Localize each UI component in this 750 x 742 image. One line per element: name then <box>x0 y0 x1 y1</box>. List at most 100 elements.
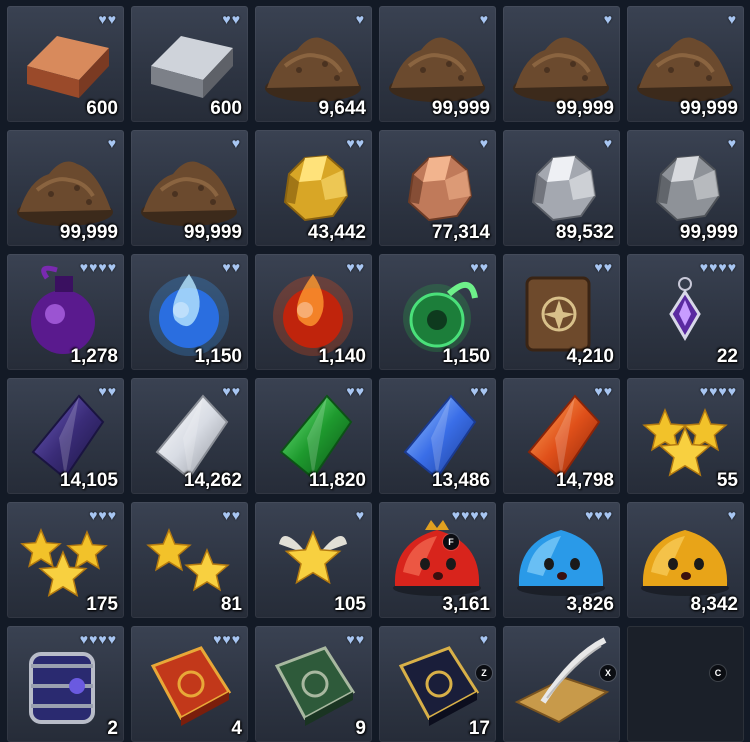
heart-icon: ♥ <box>107 631 116 647</box>
inventory-slot-dark-tome[interactable]: ♥ 17 Z <box>379 626 496 742</box>
heart-icon: ♥ <box>699 383 709 399</box>
inventory-slot-green-crystal[interactable]: ♥ ♥ 11,820 <box>255 378 372 494</box>
inventory-slot-dirt-pile[interactable]: ♥ 99,999 <box>379 6 496 122</box>
inventory-slot-dirt-pile[interactable]: ♥ 99,999 <box>7 130 124 246</box>
item-quantity: 99,999 <box>679 222 738 243</box>
item-quantity: 1,150 <box>194 346 242 367</box>
inventory-slot-single-star[interactable]: ♥ 105 <box>255 502 372 618</box>
rarity-hearts: ♥ <box>356 12 364 26</box>
rarity-hearts: ♥ <box>480 136 488 150</box>
heart-icon: ♥ <box>107 507 116 523</box>
item-quantity: 3,826 <box>566 594 614 615</box>
rarity-hearts: ♥ ♥ <box>594 384 612 398</box>
inventory-slot-green-tome[interactable]: ♥ ♥ 9 <box>255 626 372 742</box>
heart-icon: ♥ <box>231 383 240 399</box>
inventory-slot-amulet[interactable]: ♥ ♥ ♥ ♥ 22 <box>627 254 744 370</box>
inventory-slot-scroll[interactable]: ♥ ♥ 4,210 <box>503 254 620 370</box>
inventory-slot-white-crystal[interactable]: ♥ ♥ 14,262 <box>131 378 248 494</box>
heart-icon: ♥ <box>355 631 364 647</box>
item-quantity: 9,644 <box>318 98 366 119</box>
heart-icon: ♥ <box>98 11 107 27</box>
heart-icon: ♥ <box>222 383 231 399</box>
inventory-grid: ♥ ♥ 600 ♥ ♥ 600 ♥ 9,644 ♥ 99,999 ♥ 99,999 ♥ 99,9… <box>0 0 750 742</box>
inventory-slot-silver-ore[interactable]: ♥ 89,532 <box>503 130 620 246</box>
heart-icon: ♥ <box>479 507 488 523</box>
rarity-hearts: ♥ <box>604 136 612 150</box>
heart-icon: ♥ <box>346 631 355 647</box>
rarity-hearts: ♥ ♥ <box>346 632 364 646</box>
heart-icon: ♥ <box>594 383 603 399</box>
item-quantity: 1,150 <box>442 346 490 367</box>
heart-icon: ♥ <box>355 383 364 399</box>
rarity-hearts: ♥ ♥ ♥ ♥ <box>452 508 488 522</box>
rarity-hearts: ♥ <box>108 136 116 150</box>
item-quantity: 14,262 <box>183 470 242 491</box>
inventory-slot-dirt-pile[interactable]: ♥ 99,999 <box>627 6 744 122</box>
inventory-slot-gold-ore[interactable]: ♥ ♥ 43,442 <box>255 130 372 246</box>
heart-icon: ♥ <box>470 259 479 275</box>
inventory-slot-purple-potion[interactable]: ♥ ♥ ♥ ♥ 1,278 <box>7 254 124 370</box>
heart-icon: ♥ <box>98 631 107 647</box>
heart-icon: ♥ <box>107 383 116 399</box>
heart-icon: ♥ <box>727 135 736 151</box>
inventory-slot-copper-ore[interactable]: ♥ 77,314 <box>379 130 496 246</box>
inventory-slot-armored-bag[interactable]: ♥ ♥ ♥ ♥ 2 <box>7 626 124 742</box>
item-quantity: 600 <box>86 98 118 119</box>
rarity-hearts: ♥ ♥ ♥ ♥ <box>80 632 116 646</box>
item-quantity: 14,798 <box>555 470 614 491</box>
item-quantity: 175 <box>86 594 118 615</box>
heart-icon: ♥ <box>603 135 612 151</box>
inventory-slot-water-essence[interactable]: ♥ ♥ 1,150 <box>131 254 248 370</box>
inventory-slot-dirt-pile[interactable]: ♥ 99,999 <box>503 6 620 122</box>
inventory-slot-nature-essence[interactable]: ♥ ♥ 1,150 <box>379 254 496 370</box>
inventory-slot-quill-parchment[interactable]: X <box>503 626 620 742</box>
inventory-slot-triple-star[interactable]: ♥ ♥ ♥ 175 <box>7 502 124 618</box>
inventory-slot-silver-ingot[interactable]: ♥ ♥ 600 <box>131 6 248 122</box>
inventory-slot-copper-ingot[interactable]: ♥ ♥ 600 <box>7 6 124 122</box>
inventory-slot-dirt-pile[interactable]: ♥ 99,999 <box>131 130 248 246</box>
heart-icon: ♥ <box>346 135 355 151</box>
heart-icon: ♥ <box>213 631 222 647</box>
inventory-slot-blue-crystal[interactable]: ♥ ♥ 13,486 <box>379 378 496 494</box>
inventory-slot-double-star[interactable]: ♥ ♥ 81 <box>131 502 248 618</box>
heart-icon: ♥ <box>355 135 364 151</box>
inventory-slot-empty-slot[interactable]: C <box>627 626 744 742</box>
quill-parchment-icon <box>514 637 610 724</box>
rarity-hearts: ♥ <box>232 136 240 150</box>
inventory-slot-blue-slime[interactable]: ♥ ♥ ♥ 3,826 <box>503 502 620 618</box>
inventory-slot-dirt-pile[interactable]: ♥ 9,644 <box>255 6 372 122</box>
heart-icon: ♥ <box>470 507 479 523</box>
inventory-slot-yellow-slime[interactable]: ♥ 8,342 <box>627 502 744 618</box>
inventory-slot-fire-essence[interactable]: ♥ ♥ 1,140 <box>255 254 372 370</box>
item-quantity: 1,140 <box>318 346 366 367</box>
heart-icon: ♥ <box>346 259 355 275</box>
heart-icon: ♥ <box>603 259 612 275</box>
heart-icon: ♥ <box>709 259 718 275</box>
heart-icon: ♥ <box>89 631 98 647</box>
inventory-slot-dark-crystal[interactable]: ♥ ♥ 14,105 <box>7 378 124 494</box>
heart-icon: ♥ <box>222 11 231 27</box>
rarity-hearts: ♥ ♥ <box>346 136 364 150</box>
rarity-hearts: ♥ ♥ <box>222 508 240 522</box>
rarity-hearts: ♥ <box>728 508 736 522</box>
heart-icon: ♥ <box>585 507 594 523</box>
heart-icon: ♥ <box>727 383 736 399</box>
rarity-hearts: ♥ ♥ <box>594 260 612 274</box>
item-quantity: 77,314 <box>431 222 490 243</box>
inventory-slot-red-spellbook[interactable]: ♥ ♥ ♥ 4 <box>131 626 248 742</box>
inventory-slot-iron-ore[interactable]: ♥ 99,999 <box>627 130 744 246</box>
heart-icon: ♥ <box>222 631 231 647</box>
heart-icon: ♥ <box>222 259 231 275</box>
inventory-slot-star-cluster[interactable]: ♥ ♥ ♥ ♥ 55 <box>627 378 744 494</box>
rarity-hearts: ♥ ♥ ♥ ♥ <box>700 384 736 398</box>
heart-icon: ♥ <box>222 507 231 523</box>
heart-icon: ♥ <box>231 631 240 647</box>
heart-icon: ♥ <box>727 11 736 27</box>
heart-icon: ♥ <box>231 259 240 275</box>
inventory-slot-orange-crystal[interactable]: ♥ ♥ 14,798 <box>503 378 620 494</box>
inventory-slot-red-slime[interactable]: ♥ ♥ ♥ ♥ 3,161 F <box>379 502 496 618</box>
rarity-hearts: ♥ <box>728 12 736 26</box>
item-quantity: 11,820 <box>308 470 366 491</box>
item-quantity: 22 <box>716 346 738 367</box>
badge-icon: F <box>443 534 459 550</box>
